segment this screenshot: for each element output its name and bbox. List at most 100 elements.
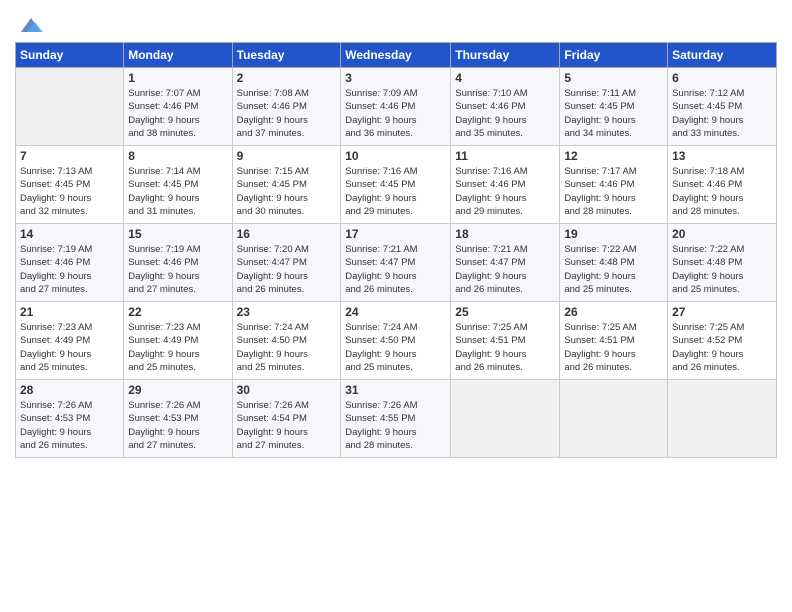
cell-info: Sunrise: 7:09 AM Sunset: 4:46 PM Dayligh… — [345, 87, 446, 140]
day-number: 23 — [237, 305, 337, 319]
day-number: 16 — [237, 227, 337, 241]
day-number: 7 — [20, 149, 119, 163]
cell-info: Sunrise: 7:11 AM Sunset: 4:45 PM Dayligh… — [564, 87, 663, 140]
calendar-cell — [560, 380, 668, 458]
calendar-header-row: SundayMondayTuesdayWednesdayThursdayFrid… — [16, 43, 777, 68]
week-row-1: 1Sunrise: 7:07 AM Sunset: 4:46 PM Daylig… — [16, 68, 777, 146]
cell-info: Sunrise: 7:25 AM Sunset: 4:51 PM Dayligh… — [564, 321, 663, 374]
day-number: 19 — [564, 227, 663, 241]
cell-info: Sunrise: 7:13 AM Sunset: 4:45 PM Dayligh… — [20, 165, 119, 218]
calendar-cell: 17 Sunrise: 7:21 AM Sunset: 4:47 PM Dayli… — [341, 224, 451, 302]
cell-info: Sunrise: 7:23 AM Sunset: 4:49 PM Dayligh… — [20, 321, 119, 374]
calendar-cell: 24 Sunrise: 7:24 AM Sunset: 4:50 PM Dayli… — [341, 302, 451, 380]
calendar-cell: 12Sunrise: 7:17 AM Sunset: 4:46 PM Dayli… — [560, 146, 668, 224]
day-number: 10 — [345, 149, 446, 163]
calendar-cell: 20Sunrise: 7:22 AM Sunset: 4:48 PM Dayli… — [668, 224, 777, 302]
day-header-monday: Monday — [124, 43, 232, 68]
day-header-thursday: Thursday — [451, 43, 560, 68]
day-number: 13 — [672, 149, 772, 163]
day-number: 22 — [128, 305, 227, 319]
day-number: 14 — [20, 227, 119, 241]
cell-info: Sunrise: 7:16 AM Sunset: 4:45 PM Dayligh… — [345, 165, 446, 218]
calendar-cell: 21 Sunrise: 7:23 AM Sunset: 4:49 PM Dayli… — [16, 302, 124, 380]
calendar-cell: 25Sunrise: 7:25 AM Sunset: 4:51 PM Dayli… — [451, 302, 560, 380]
calendar-cell: 26 Sunrise: 7:25 AM Sunset: 4:51 PM Dayli… — [560, 302, 668, 380]
calendar-cell: 3 Sunrise: 7:09 AM Sunset: 4:46 PM Daylig… — [341, 68, 451, 146]
cell-info: Sunrise: 7:16 AM Sunset: 4:46 PM Dayligh… — [455, 165, 555, 218]
cell-info: Sunrise: 7:24 AM Sunset: 4:50 PM Dayligh… — [345, 321, 446, 374]
calendar-cell: 13 Sunrise: 7:18 AM Sunset: 4:46 PM Dayli… — [668, 146, 777, 224]
day-number: 18 — [455, 227, 555, 241]
calendar-cell: 4 Sunrise: 7:10 AM Sunset: 4:46 PM Daylig… — [451, 68, 560, 146]
calendar-cell: 19 Sunrise: 7:22 AM Sunset: 4:48 PM Dayli… — [560, 224, 668, 302]
day-number: 12 — [564, 149, 663, 163]
calendar-cell: 16 Sunrise: 7:20 AM Sunset: 4:47 PM Dayli… — [232, 224, 341, 302]
logo-icon — [17, 14, 45, 36]
calendar-cell — [451, 380, 560, 458]
day-number: 21 — [20, 305, 119, 319]
day-header-saturday: Saturday — [668, 43, 777, 68]
cell-info: Sunrise: 7:10 AM Sunset: 4:46 PM Dayligh… — [455, 87, 555, 140]
calendar-cell: 28Sunrise: 7:26 AM Sunset: 4:53 PM Dayli… — [16, 380, 124, 458]
day-number: 31 — [345, 383, 446, 397]
day-number: 9 — [237, 149, 337, 163]
cell-info: Sunrise: 7:23 AM Sunset: 4:49 PM Dayligh… — [128, 321, 227, 374]
cell-info: Sunrise: 7:15 AM Sunset: 4:45 PM Dayligh… — [237, 165, 337, 218]
day-number: 17 — [345, 227, 446, 241]
cell-info: Sunrise: 7:26 AM Sunset: 4:53 PM Dayligh… — [128, 399, 227, 452]
cell-info: Sunrise: 7:26 AM Sunset: 4:54 PM Dayligh… — [237, 399, 337, 452]
calendar-cell: 6 Sunrise: 7:12 AM Sunset: 4:45 PM Daylig… — [668, 68, 777, 146]
day-number: 30 — [237, 383, 337, 397]
cell-info: Sunrise: 7:21 AM Sunset: 4:47 PM Dayligh… — [455, 243, 555, 296]
cell-info: Sunrise: 7:12 AM Sunset: 4:45 PM Dayligh… — [672, 87, 772, 140]
calendar-cell: 18 Sunrise: 7:21 AM Sunset: 4:47 PM Dayli… — [451, 224, 560, 302]
calendar-cell: 11 Sunrise: 7:16 AM Sunset: 4:46 PM Dayli… — [451, 146, 560, 224]
day-header-sunday: Sunday — [16, 43, 124, 68]
day-number: 2 — [237, 71, 337, 85]
day-number: 3 — [345, 71, 446, 85]
cell-info: Sunrise: 7:26 AM Sunset: 4:55 PM Dayligh… — [345, 399, 446, 452]
day-number: 8 — [128, 149, 227, 163]
day-number: 24 — [345, 305, 446, 319]
cell-info: Sunrise: 7:24 AM Sunset: 4:50 PM Dayligh… — [237, 321, 337, 374]
cell-info: Sunrise: 7:22 AM Sunset: 4:48 PM Dayligh… — [564, 243, 663, 296]
calendar-cell: 2 Sunrise: 7:08 AM Sunset: 4:46 PM Daylig… — [232, 68, 341, 146]
day-number: 15 — [128, 227, 227, 241]
week-row-3: 14 Sunrise: 7:19 AM Sunset: 4:46 PM Dayli… — [16, 224, 777, 302]
calendar-cell: 29 Sunrise: 7:26 AM Sunset: 4:53 PM Dayli… — [124, 380, 232, 458]
calendar-cell — [668, 380, 777, 458]
week-row-5: 28 Sunrise: 7:26 AM Sunset: 4:53 PM Dayli… — [16, 380, 777, 458]
day-number: 26 — [564, 305, 663, 319]
calendar-cell: 14Sunrise: 7:19 AM Sunset: 4:46 PM Dayli… — [16, 224, 124, 302]
header — [15, 10, 777, 36]
cell-info: Sunrise: 7:08 AM Sunset: 4:46 PM Dayligh… — [237, 87, 337, 140]
calendar-cell: 7 Sunrise: 7:13 AM Sunset: 4:45 PM Daylig… — [16, 146, 124, 224]
cell-info: Sunrise: 7:25 AM Sunset: 4:52 PM Dayligh… — [672, 321, 772, 374]
day-number: 5 — [564, 71, 663, 85]
day-number: 1 — [128, 71, 227, 85]
day-number: 11 — [455, 149, 555, 163]
cell-info: Sunrise: 7:18 AM Sunset: 4:46 PM Dayligh… — [672, 165, 772, 218]
day-header-wednesday: Wednesday — [341, 43, 451, 68]
cell-info: Sunrise: 7:19 AM Sunset: 4:46 PM Dayligh… — [128, 243, 227, 296]
day-number: 28 — [20, 383, 119, 397]
logo — [15, 14, 45, 36]
day-number: 6 — [672, 71, 772, 85]
day-number: 29 — [128, 383, 227, 397]
calendar-cell: 23 Sunrise: 7:24 AM Sunset: 4:50 PM Dayli… — [232, 302, 341, 380]
day-number: 27 — [672, 305, 772, 319]
cell-info: Sunrise: 7:20 AM Sunset: 4:47 PM Dayligh… — [237, 243, 337, 296]
cell-info: Sunrise: 7:14 AM Sunset: 4:45 PM Dayligh… — [128, 165, 227, 218]
calendar-table: SundayMondayTuesdayWednesdayThursdayFrid… — [15, 42, 777, 458]
calendar-cell: 27 Sunrise: 7:25 AM Sunset: 4:52 PM Dayli… — [668, 302, 777, 380]
cell-info: Sunrise: 7:21 AM Sunset: 4:47 PM Dayligh… — [345, 243, 446, 296]
calendar-cell: 10 Sunrise: 7:16 AM Sunset: 4:45 PM Dayli… — [341, 146, 451, 224]
calendar-cell: 30 Sunrise: 7:26 AM Sunset: 4:54 PM Dayli… — [232, 380, 341, 458]
calendar-cell — [16, 68, 124, 146]
calendar-cell: 5 Sunrise: 7:11 AM Sunset: 4:45 PM Daylig… — [560, 68, 668, 146]
calendar-cell: 15 Sunrise: 7:19 AM Sunset: 4:46 PM Dayli… — [124, 224, 232, 302]
calendar-cell: 8 Sunrise: 7:14 AM Sunset: 4:45 PM Daylig… — [124, 146, 232, 224]
day-number: 4 — [455, 71, 555, 85]
week-row-2: 7 Sunrise: 7:13 AM Sunset: 4:45 PM Daylig… — [16, 146, 777, 224]
calendar-cell: 1Sunrise: 7:07 AM Sunset: 4:46 PM Daylig… — [124, 68, 232, 146]
